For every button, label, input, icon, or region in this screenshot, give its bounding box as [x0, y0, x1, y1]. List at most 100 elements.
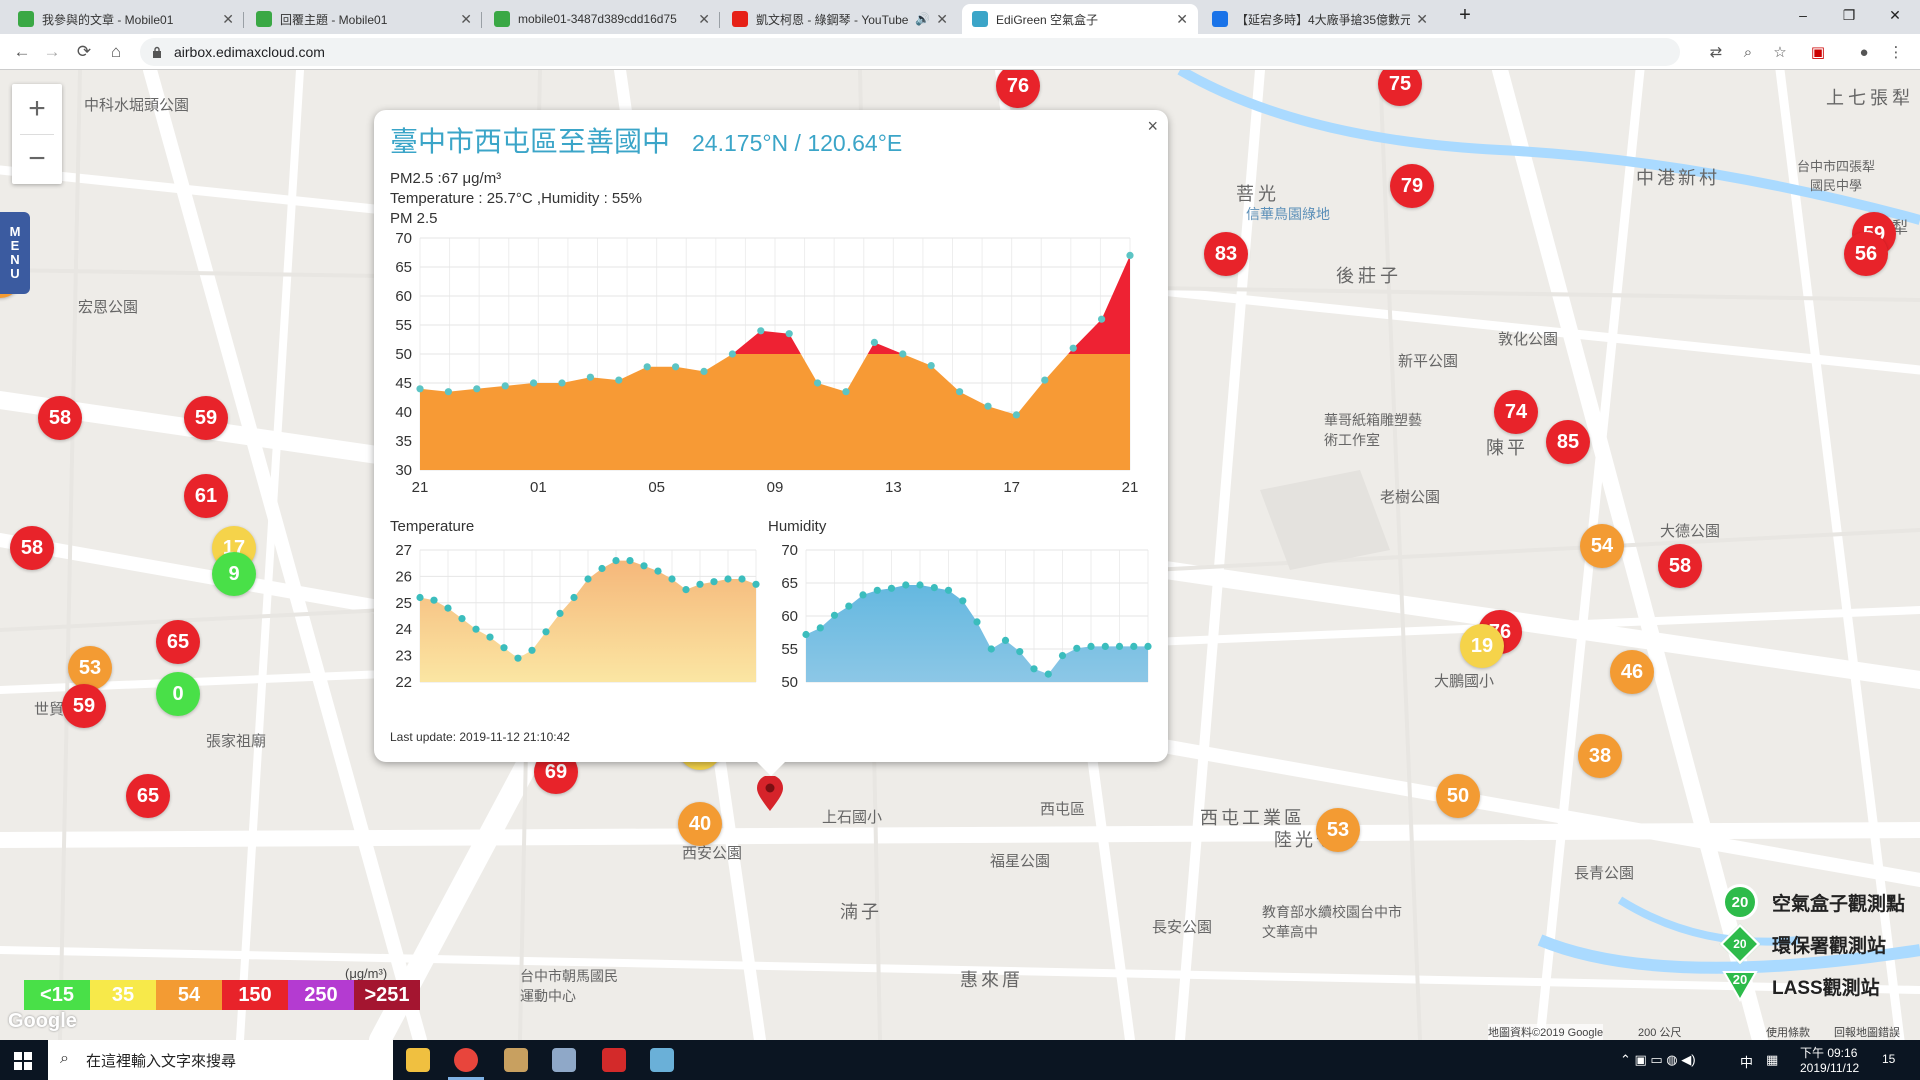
- home-button[interactable]: ⌂: [102, 38, 130, 66]
- browser-menu-icon[interactable]: ⋮: [1884, 40, 1908, 64]
- data-point: [615, 376, 623, 384]
- map-label: 大鵬國小: [1434, 673, 1495, 690]
- url-bar[interactable]: airbox.edimaxcloud.com: [140, 38, 1680, 66]
- x-tick-label: 05: [648, 479, 665, 496]
- aqi-marker[interactable]: 40: [678, 802, 722, 846]
- aqi-marker[interactable]: 58: [38, 396, 82, 440]
- data-point: [987, 645, 995, 653]
- data-point: [710, 578, 718, 586]
- close-tab-icon[interactable]: ✕: [460, 11, 472, 28]
- aqi-marker[interactable]: 9: [212, 552, 256, 596]
- map-pin-icon[interactable]: [756, 776, 784, 812]
- data-point: [899, 350, 907, 358]
- aqi-marker[interactable]: 54: [1580, 524, 1624, 568]
- extension-icon[interactable]: ▣: [1806, 40, 1830, 64]
- data-point: [654, 567, 662, 575]
- data-point: [643, 363, 651, 371]
- data-point: [501, 382, 509, 390]
- map-canvas[interactable]: 中科水堀頭公園 宏恩公園 世貿公園 張家祖廟 上七張犁 中港新村 台中市四張犁國…: [0, 70, 1920, 1040]
- close-tab-icon[interactable]: ✕: [698, 11, 710, 28]
- clock-date[interactable]: 2019/11/12: [1800, 1061, 1859, 1075]
- close-tab-icon[interactable]: ✕: [936, 11, 948, 28]
- aqi-marker[interactable]: 50: [1436, 774, 1480, 818]
- aqi-marker[interactable]: 0: [156, 672, 200, 716]
- taskbar-search-box[interactable]: ⌕ 在這裡輸入文字來搜尋: [48, 1040, 393, 1080]
- tab-edigreen[interactable]: EdiGreen 空氣盒子 ✕: [962, 4, 1198, 34]
- lass-legend-label: LASS觀測站: [1772, 977, 1880, 999]
- tab-mobile01-articles[interactable]: 我參與的文章 - Mobile01 ✕: [8, 4, 244, 34]
- translate-icon[interactable]: ⇄: [1704, 40, 1728, 64]
- terms-link[interactable]: 使用條款: [1766, 1024, 1810, 1040]
- x-tick-label: 01: [530, 479, 547, 496]
- aqi-marker[interactable]: 58: [1658, 544, 1702, 588]
- tab-mobile01-image[interactable]: mobile01-3487d389cdd16d75 ✕: [484, 4, 720, 34]
- aqi-marker[interactable]: 53: [68, 646, 112, 690]
- y-tick-label: 24: [395, 621, 412, 638]
- data-point: [416, 385, 424, 393]
- y-tick-label: 50: [395, 346, 412, 363]
- profile-icon[interactable]: ●: [1852, 40, 1876, 64]
- epa-legend-label: 環保署觀測站: [1772, 935, 1887, 957]
- data-point: [586, 373, 594, 381]
- aqi-marker[interactable]: 53: [1316, 808, 1360, 852]
- menu-tab[interactable]: M E N U: [0, 212, 30, 294]
- tab-news[interactable]: 【延宕多時】4大廠爭搶35億數元 ✕: [1202, 4, 1438, 34]
- tab-mobile01-reply[interactable]: 回覆主題 - Mobile01 ✕: [246, 4, 482, 34]
- keyboard-icon[interactable]: ▦: [1766, 1052, 1778, 1068]
- aqi-marker[interactable]: 85: [1546, 420, 1590, 464]
- notification-count[interactable]: 15: [1882, 1052, 1895, 1066]
- chrome-icon[interactable]: [454, 1048, 478, 1072]
- close-tab-icon[interactable]: ✕: [222, 11, 234, 28]
- map-label: 上七張犁: [1826, 88, 1914, 108]
- aqi-marker[interactable]: 46: [1610, 650, 1654, 694]
- ime-indicator[interactable]: 中: [1740, 1052, 1753, 1071]
- aqi-marker[interactable]: 59: [62, 684, 106, 728]
- zoom-icon[interactable]: ⌕: [1736, 40, 1760, 64]
- aqi-marker[interactable]: 56: [1844, 232, 1888, 276]
- aqi-marker[interactable]: 19: [1460, 624, 1504, 668]
- tray-icons[interactable]: ⌃ ▣ ▭ ◍ ◀): [1620, 1052, 1696, 1068]
- pm25-chart: 30 35 40 45 50 55 60 65 70 21 01 05 09 13 17 21: [395, 230, 1138, 496]
- close-tab-icon[interactable]: ✕: [1176, 11, 1188, 28]
- aqi-marker[interactable]: 74: [1494, 390, 1538, 434]
- aqi-marker[interactable]: 38: [1578, 734, 1622, 778]
- data-point: [528, 646, 536, 654]
- windows-start-icon[interactable]: [14, 1052, 32, 1070]
- close-tab-icon[interactable]: ✕: [1416, 11, 1428, 28]
- aqi-marker[interactable]: 59: [184, 396, 228, 440]
- restore-button[interactable]: ❐: [1826, 0, 1872, 30]
- new-tab-button[interactable]: +: [1442, 0, 1488, 30]
- lass-legend-value: 20: [1732, 972, 1748, 987]
- aqi-marker[interactable]: 83: [1204, 232, 1248, 276]
- clock-time[interactable]: 下午 09:16: [1800, 1044, 1857, 1061]
- aqi-marker[interactable]: 61: [184, 474, 228, 518]
- bookmark-star-icon[interactable]: ☆: [1768, 40, 1792, 64]
- x-tick-label: 13: [885, 479, 902, 496]
- minimize-button[interactable]: –: [1780, 0, 1826, 30]
- edigreen-favicon-icon: [972, 11, 988, 27]
- zoom-in-button[interactable]: +: [12, 84, 62, 134]
- zoom-out-button[interactable]: −: [12, 134, 62, 184]
- data-point: [1098, 315, 1106, 323]
- tab-label: 我參與的文章 - Mobile01: [42, 12, 174, 27]
- menu-letter: M: [9, 224, 21, 239]
- aqi-marker[interactable]: 79: [1390, 164, 1434, 208]
- back-button[interactable]: ←: [8, 38, 36, 66]
- app-icon[interactable]: [602, 1048, 626, 1072]
- tab-youtube[interactable]: 凱文柯恩 - 綠鋼琴 - YouTube 🔊 ✕: [722, 4, 958, 34]
- reload-button[interactable]: ⟳: [70, 38, 98, 66]
- file-explorer-icon[interactable]: [406, 1048, 430, 1072]
- aqi-marker[interactable]: 58: [10, 526, 54, 570]
- aqi-marker[interactable]: 65: [156, 620, 200, 664]
- app-icon[interactable]: [650, 1048, 674, 1072]
- app-icon[interactable]: [552, 1048, 576, 1072]
- forward-button[interactable]: →: [38, 38, 66, 66]
- speaker-icon[interactable]: 🔊: [915, 12, 930, 26]
- close-window-button[interactable]: ✕: [1872, 0, 1918, 30]
- app-icon[interactable]: [504, 1048, 528, 1072]
- report-map-error-link[interactable]: 回報地圖錯誤: [1834, 1024, 1900, 1040]
- data-point: [1126, 251, 1134, 259]
- popup-close-button[interactable]: ×: [1147, 116, 1158, 137]
- data-point: [458, 615, 466, 623]
- aqi-marker[interactable]: 65: [126, 774, 170, 818]
